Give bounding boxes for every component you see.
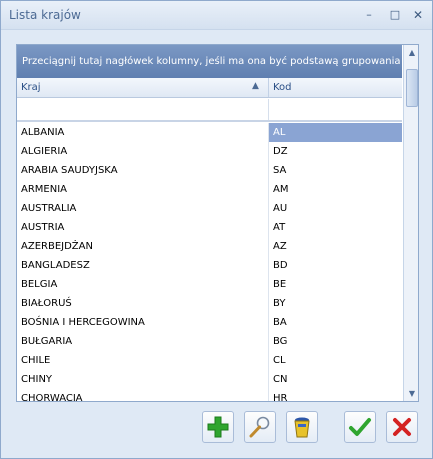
cell-kod: AU — [273, 203, 288, 214]
cell-kod: CL — [273, 355, 286, 366]
filter-kraj-input[interactable] — [17, 99, 269, 120]
cell-kraj: BIAŁORUŚ — [17, 294, 269, 313]
table-row[interactable]: CHILE CL — [17, 351, 402, 370]
cell-kraj: ARABIA SAUDYJSKA — [17, 161, 269, 180]
table-row[interactable]: ARABIA SAUDYJSKA SA — [17, 161, 402, 180]
cell-kod: BY — [273, 298, 286, 309]
cell-kod: BD — [273, 260, 288, 271]
cell-kraj: CHINY — [17, 370, 269, 389]
ok-button[interactable] — [344, 411, 376, 443]
countries-grid[interactable]: Przeciągnij tutaj nagłówek kolumny, jeśl… — [16, 44, 419, 402]
table-row[interactable]: BIAŁORUŚ BY — [17, 294, 402, 313]
delete-button[interactable] — [286, 411, 318, 443]
column-header-kod[interactable]: Kod — [269, 78, 402, 97]
checkmark-icon — [349, 418, 371, 436]
column-header-row: Kraj ▲ Kod — [17, 78, 402, 98]
cell-kod: DZ — [273, 146, 288, 157]
filter-row — [17, 99, 402, 122]
column-header-kod-label: Kod — [273, 82, 292, 93]
cell-kraj: CHORWACJA — [17, 389, 269, 401]
table-row[interactable]: CHORWACJA HR — [17, 389, 402, 402]
group-by-panel[interactable]: Przeciągnij tutaj nagłówek kolumny, jeśl… — [17, 45, 402, 78]
cell-kod: HR — [273, 393, 288, 402]
close-icon[interactable]: ✕ — [410, 7, 426, 23]
cell-kraj: ALGIERIA — [17, 142, 269, 161]
table-row[interactable]: ALGIERIA DZ — [17, 142, 402, 161]
scroll-up-icon[interactable]: ▲ — [404, 45, 418, 60]
cell-kod: AL — [269, 123, 402, 142]
cell-kraj: AUSTRIA — [17, 218, 269, 237]
magnifier-icon — [249, 416, 270, 438]
table-row[interactable]: ALBANIA AL — [17, 123, 402, 142]
cell-kod: AT — [273, 222, 286, 233]
scroll-down-icon[interactable]: ▼ — [404, 386, 418, 401]
table-row[interactable]: BOŚNIA I HERCEGOWINA BA — [17, 313, 402, 332]
table-row[interactable]: BELGIA BE — [17, 275, 402, 294]
table-row[interactable]: BUŁGARIA BG — [17, 332, 402, 351]
table-row[interactable]: AUSTRALIA AU — [17, 199, 402, 218]
cell-kod: BE — [273, 279, 287, 290]
table-row[interactable]: AUSTRIA AT — [17, 218, 402, 237]
table-row[interactable]: CHINY CN — [17, 370, 402, 389]
add-button[interactable] — [202, 411, 234, 443]
cell-kod: BG — [273, 336, 288, 347]
cell-kod: SA — [273, 165, 287, 176]
cell-kraj: ALBANIA — [17, 123, 269, 142]
cell-kraj: BOŚNIA I HERCEGOWINA — [17, 313, 269, 332]
cell-kraj: AUSTRALIA — [17, 199, 269, 218]
cell-kod: BA — [273, 317, 287, 328]
column-header-kraj[interactable]: Kraj ▲ — [17, 78, 269, 97]
table-row[interactable]: AZERBEJDŻAN AZ — [17, 237, 402, 256]
preview-button[interactable] — [244, 411, 276, 443]
minimize-icon[interactable]: – — [361, 7, 377, 23]
plus-icon — [207, 416, 229, 438]
title-bar: Lista krajów – □ ✕ — [1, 1, 432, 30]
window-title: Lista krajów — [9, 8, 81, 22]
cell-kod: AM — [273, 184, 289, 195]
cell-kraj: CHILE — [17, 351, 269, 370]
cell-kod: AZ — [273, 241, 287, 252]
column-header-kraj-label: Kraj — [21, 82, 41, 93]
scrollbar-thumb[interactable] — [406, 69, 418, 107]
maximize-icon[interactable]: □ — [387, 7, 403, 23]
trash-can-icon — [294, 417, 310, 438]
vertical-scrollbar[interactable]: ▲ ▼ — [403, 45, 418, 401]
sort-ascending-icon: ▲ — [252, 81, 259, 91]
cell-kraj: BANGLADESZ — [17, 256, 269, 275]
cell-kraj: ARMENIA — [17, 180, 269, 199]
cell-kraj: AZERBEJDŻAN — [17, 237, 269, 256]
x-cancel-icon — [393, 418, 411, 436]
cell-kod: CN — [273, 374, 288, 385]
window: Lista krajów – □ ✕ Przeciągnij tutaj nag… — [0, 0, 433, 459]
cell-kraj: BELGIA — [17, 275, 269, 294]
table-row[interactable]: ARMENIA AM — [17, 180, 402, 199]
grid-rows: ALBANIA AL ALGIERIA DZ ARABIA SAUDYJSKA SA ARM… — [17, 123, 402, 402]
filter-kod-input[interactable] — [269, 99, 402, 120]
table-row[interactable]: BANGLADESZ BD — [17, 256, 402, 275]
cancel-button[interactable] — [386, 411, 418, 443]
cell-kraj: BUŁGARIA — [17, 332, 269, 351]
